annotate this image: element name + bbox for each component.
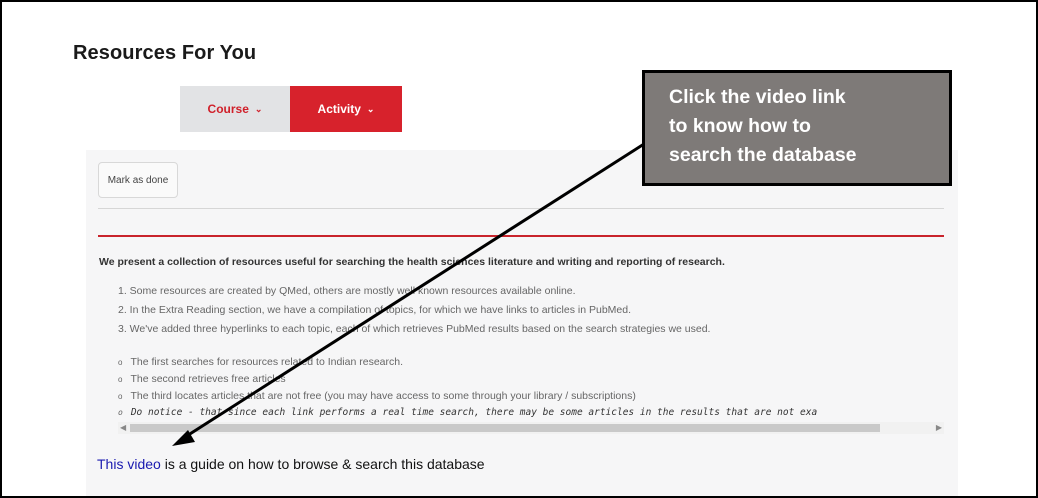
bullet-marker: o	[118, 392, 123, 401]
activity-content: Mark as done We present a collection of …	[86, 150, 958, 496]
bullet-list: o The first searches for resources relate…	[118, 355, 944, 423]
mark-as-done-button[interactable]: Mark as done	[98, 162, 178, 198]
intro-text: We present a collection of resources use…	[99, 256, 725, 268]
tab-course-label: Course	[207, 102, 249, 116]
numbered-list: 1. Some resources are created by QMed, o…	[118, 284, 710, 341]
video-line-text: is a guide on how to browse & search thi…	[160, 456, 485, 472]
video-guide-line: This video is a guide on how to browse &…	[97, 456, 485, 472]
bullet-text: Do notice - that since each link perform…	[130, 407, 818, 418]
tab-activity[interactable]: Activity ⌄	[290, 86, 402, 132]
bullet-marker: o	[118, 408, 123, 417]
bullet-item: o The second retrieves free articles	[118, 372, 944, 389]
chevron-down-icon: ⌄	[366, 103, 375, 114]
numbered-item: 1. Some resources are created by QMed, o…	[118, 285, 576, 297]
bullet-text: The third locates articles that are not …	[130, 390, 636, 402]
tab-course[interactable]: Course ⌄	[180, 86, 290, 132]
scroll-left-icon[interactable]: ◀	[120, 422, 126, 434]
red-divider	[98, 235, 944, 237]
bullet-text: The first searches for resources related…	[130, 356, 403, 368]
chevron-down-icon: ⌄	[254, 103, 263, 114]
annotation-callout: Click the video link to know how to sear…	[642, 70, 952, 186]
divider	[98, 208, 944, 209]
page-title: Resources For You	[73, 42, 257, 64]
bullet-item: o The third locates articles that are not…	[118, 389, 944, 406]
horizontal-scrollbar[interactable]: ◀ ▶	[118, 422, 944, 434]
bullet-marker: o	[118, 375, 123, 384]
scrollbar-thumb[interactable]	[130, 424, 880, 432]
bullet-item: o The first searches for resources relate…	[118, 355, 944, 372]
numbered-item: 2. In the Extra Reading section, we have…	[118, 304, 632, 316]
bullet-item: o Do notice - that since each link perfor…	[118, 406, 944, 423]
bullet-text: The second retrieves free articles	[130, 373, 286, 385]
tab-activity-label: Activity	[317, 102, 361, 116]
bullet-marker: o	[118, 358, 123, 367]
scroll-right-icon[interactable]: ▶	[936, 422, 942, 434]
callout-text: Click the video link to know how to sear…	[669, 86, 857, 166]
screenshot-frame: Resources For You Course ⌄ Activity ⌄ Ma…	[0, 0, 1038, 498]
video-link[interactable]: This video	[97, 456, 161, 472]
numbered-item: 3. We've added three hyperlinks to each …	[118, 323, 711, 335]
